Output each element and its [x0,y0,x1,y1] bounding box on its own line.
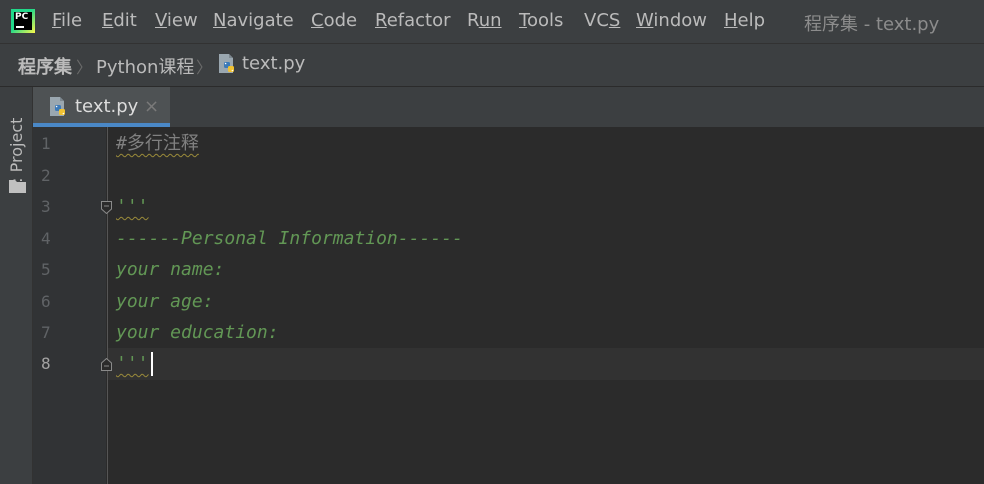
ide-window: PC File Edit View Navigate Code Refactor… [0,0,984,484]
line-number-gutter: 1 2 3 4 5 6 7 8 [33,127,106,484]
menu-navigate-label: avigate [226,10,294,31]
menu-tools-label: ools [526,10,564,31]
fold-start-icon[interactable] [101,201,112,214]
breadcrumb-folder[interactable]: Python课程 [96,53,194,79]
tool-window-strip: 1: Project [0,87,33,484]
line-number: 5 [41,260,51,279]
menu-navigate[interactable]: Navigate [213,10,294,31]
line-number: 2 [41,166,51,185]
code-editor[interactable]: 1 2 3 4 5 6 7 8 #多行注释 ''' ------Personal… [33,127,984,484]
tab-text-py[interactable]: text.py × [33,87,170,127]
breadcrumb-separator: 〉 [196,58,213,77]
menu-code[interactable]: Code [311,10,357,31]
breadcrumb-file[interactable]: text.py [242,53,305,74]
menu-refactor[interactable]: Refactor [375,10,451,31]
code-line-7: your education: [116,322,279,343]
breadcrumb-separator: 〉 [76,58,93,77]
menu-tools[interactable]: Tools [519,10,563,31]
line-number: 4 [41,229,51,248]
line-number: 6 [41,292,51,311]
menu-help-label: elp [737,10,766,31]
line-number-current: 8 [41,354,51,373]
logo-text: PC [15,12,29,22]
menu-run-label: un [478,10,502,31]
text-cursor [151,352,153,376]
menu-window[interactable]: Window [636,10,707,31]
menu-edit[interactable]: Edit [102,10,137,31]
window-title: 程序集 - text.py [804,14,940,35]
python-file-icon [219,54,234,73]
menu-run[interactable]: Run [467,10,502,31]
close-icon[interactable]: × [144,96,159,117]
menu-help-mnemonic: H [724,10,738,31]
menu-refactor-mnemonic: R [375,10,387,31]
menu-help[interactable]: Help [724,10,765,31]
project-tab-label: 1: Project [7,117,26,193]
menu-edit-mnemonic: E [102,10,114,31]
menu-run-first: R [467,10,479,31]
menu-window-mnemonic: W [636,10,654,31]
menu-file-label: ile [61,10,83,31]
code-line-8: ''' [116,353,149,374]
caret-row-highlight [108,348,984,380]
tab-label: text.py [75,96,139,117]
code-line-3: ''' [116,196,149,217]
breadcrumb-project[interactable]: 程序集 [18,53,72,79]
menu-vcs-label: VC [584,10,609,31]
menu-file-mnemonic: F [52,10,62,31]
line-number: 3 [41,197,51,216]
menu-refactor-label: efactor [386,10,451,31]
menu-bar: PC File Edit View Navigate Code Refactor… [0,0,984,43]
code-line-5: your name: [116,259,225,280]
project-tool-tab[interactable]: 1: Project [6,93,28,193]
menu-view-label: iew [166,10,198,31]
menu-navigate-mnemonic: N [213,10,227,31]
menu-edit-label: dit [113,10,137,31]
menu-code-label: ode [323,10,358,31]
folder-icon [9,180,26,193]
gutter-divider [107,127,108,484]
line-number: 7 [41,323,51,342]
python-file-icon [50,97,65,116]
pycharm-logo-icon: PC [11,9,35,33]
menu-view-mnemonic: V [155,10,167,31]
menu-vcs-mnemonic: S [608,10,621,31]
editor-tab-bar: text.py × [33,87,984,127]
code-line-1: #多行注释 [116,133,199,154]
line-number: 1 [41,134,51,153]
breadcrumb: 程序集 〉 Python课程 〉 text.py [0,44,984,86]
menu-tools-mnemonic: T [519,10,527,31]
menu-window-label: indow [653,10,707,31]
menu-vcs[interactable]: VCS [584,10,620,31]
code-line-4: ------Personal Information------ [116,228,463,249]
menu-view[interactable]: View [155,10,198,31]
code-line-6: your age: [116,291,214,312]
menu-file[interactable]: File [52,10,82,31]
menu-code-mnemonic: C [311,10,324,31]
fold-end-icon[interactable] [101,358,112,371]
